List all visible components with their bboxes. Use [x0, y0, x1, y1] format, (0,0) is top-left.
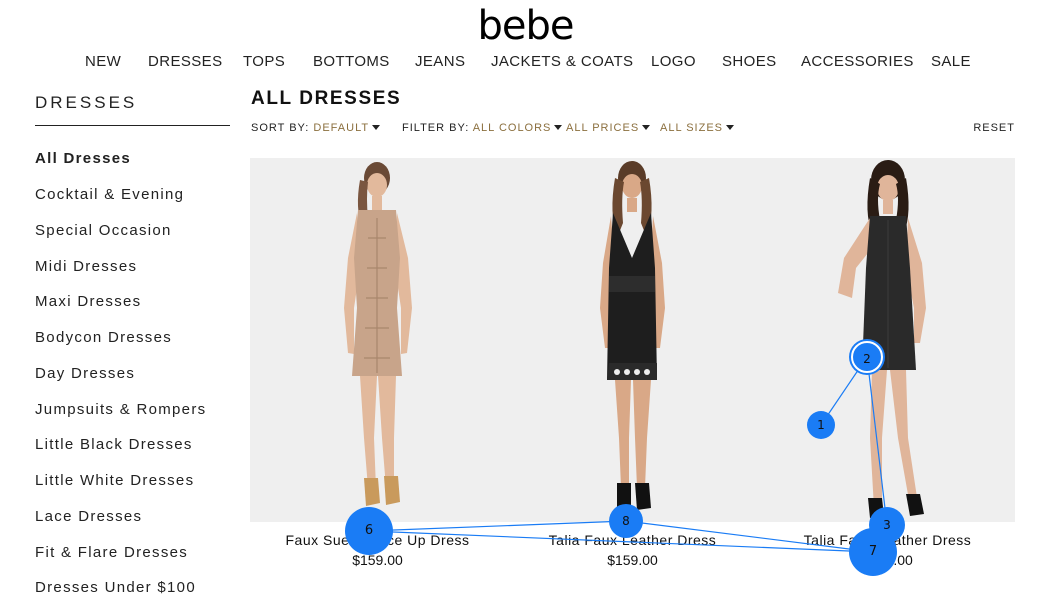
sidebar-item-midi-dresses[interactable]: Midi Dresses — [35, 258, 137, 275]
sidebar-item-bodycon-dresses[interactable]: Bodycon Dresses — [35, 329, 172, 346]
sidebar-item-lace-dresses[interactable]: Lace Dresses — [35, 508, 142, 525]
sort-label: SORT BY: — [251, 122, 310, 134]
nav-logo[interactable]: LOGO — [651, 53, 696, 70]
product-price: $159.00 — [352, 552, 403, 568]
top-navigation: NEW DRESSES TOPS BOTTOMS JEANS JACKETS &… — [0, 53, 1055, 75]
caret-down-icon — [642, 125, 651, 130]
click-marker: 7 — [849, 528, 897, 576]
color-filter-value: ALL COLORS — [472, 122, 552, 134]
sidebar-item-maxi-dresses[interactable]: Maxi Dresses — [35, 293, 141, 310]
click-marker: 8 — [609, 504, 643, 538]
sort-dropdown[interactable]: SORT BY: DEFAULT — [251, 122, 381, 134]
color-filter-dropdown[interactable]: FILTER BY: ALL COLORS — [402, 122, 563, 134]
nav-accessories[interactable]: ACCESSORIES — [801, 53, 914, 70]
product-grid: Faux Suede Lace Up Dress $159.00 Talia F… — [250, 158, 1015, 568]
bebe-logo[interactable]: bebe — [449, 6, 602, 46]
nav-new[interactable]: NEW — [85, 53, 121, 70]
product-image[interactable] — [760, 158, 1015, 522]
click-marker: 1 — [807, 411, 835, 439]
sidebar-item-jumpsuits-rompers[interactable]: Jumpsuits & Rompers — [35, 401, 206, 418]
sidebar-item-fit-flare-dresses[interactable]: Fit & Flare Dresses — [35, 544, 188, 561]
nav-jeans[interactable]: JEANS — [415, 53, 465, 70]
caret-down-icon — [726, 125, 735, 130]
sidebar-title: DRESSES — [35, 93, 138, 112]
size-filter-value: ALL SIZES — [660, 122, 724, 134]
size-filter-dropdown[interactable]: ALL SIZES — [660, 122, 735, 134]
nav-jackets-coats[interactable]: JACKETS & COATS — [491, 53, 633, 70]
sidebar-item-dresses-under-100[interactable]: Dresses Under $100 — [35, 579, 196, 596]
nav-bottoms[interactable]: BOTTOMS — [313, 53, 390, 70]
product-image[interactable] — [505, 158, 760, 522]
sidebar-item-little-black-dresses[interactable]: Little Black Dresses — [35, 436, 193, 453]
caret-down-icon — [372, 125, 381, 130]
product-price: $159.00 — [607, 552, 658, 568]
nav-sale[interactable]: SALE — [931, 53, 971, 70]
sidebar-item-cocktail-evening[interactable]: Cocktail & Evening — [35, 186, 184, 203]
product-image[interactable] — [250, 158, 505, 522]
sidebar-item-special-occasion[interactable]: Special Occasion — [35, 222, 172, 239]
nav-tops[interactable]: TOPS — [243, 53, 285, 70]
sidebar-item-little-white-dresses[interactable]: Little White Dresses — [35, 472, 194, 489]
nav-dresses[interactable]: DRESSES — [148, 53, 223, 70]
click-marker: 2 — [851, 341, 883, 373]
caret-down-icon — [554, 125, 563, 130]
page-title: ALL DRESSES — [251, 88, 402, 109]
nav-shoes[interactable]: SHOES — [722, 53, 777, 70]
price-filter-value: ALL PRICES — [566, 122, 640, 134]
click-marker: 6 — [345, 507, 393, 555]
sidebar-item-day-dresses[interactable]: Day Dresses — [35, 365, 135, 382]
sort-filter-bar: SORT BY: DEFAULT FILTER BY: ALL COLORS A… — [251, 122, 1015, 138]
filter-label: FILTER BY: — [402, 122, 470, 134]
sidebar-item-all-dresses[interactable]: All Dresses — [35, 150, 131, 167]
product-card[interactable]: Talia Faux Leather Dress $159.00 — [505, 158, 760, 568]
price-filter-dropdown[interactable]: ALL PRICES — [566, 122, 651, 134]
sidebar-divider — [35, 125, 230, 126]
sort-value: DEFAULT — [313, 122, 370, 134]
product-card[interactable]: Faux Suede Lace Up Dress $159.00 — [250, 158, 505, 568]
product-card[interactable]: Talia Faux Leather Dress $159.00 — [760, 158, 1015, 568]
reset-button[interactable]: RESET — [973, 122, 1015, 134]
